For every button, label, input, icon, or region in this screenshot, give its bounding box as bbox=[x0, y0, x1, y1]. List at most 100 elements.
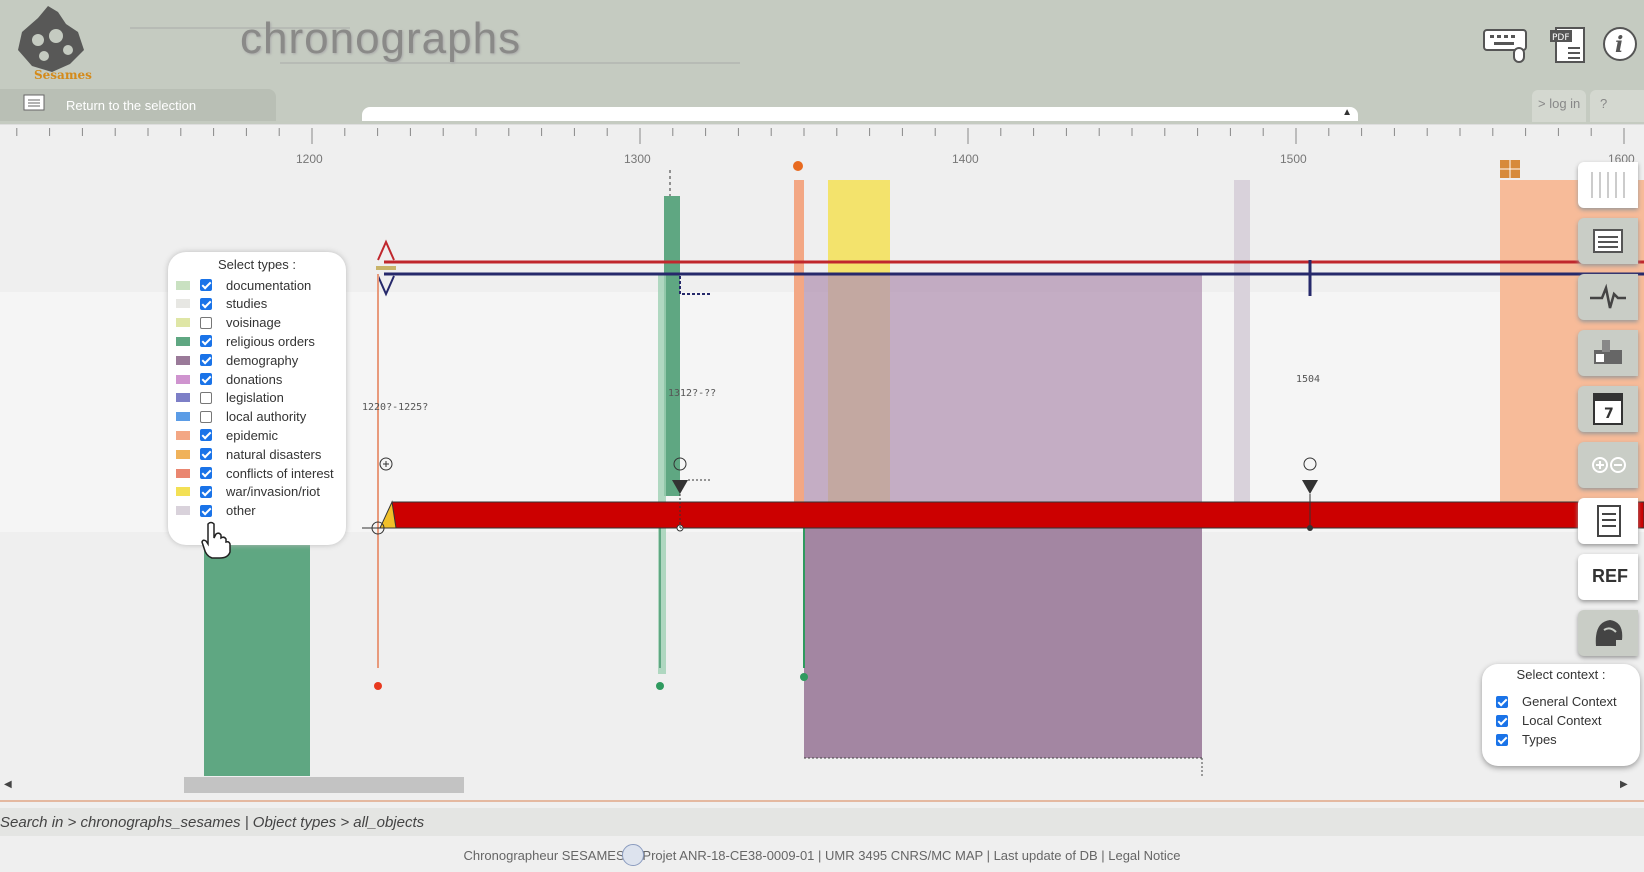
type-label[interactable]: natural disasters bbox=[226, 447, 321, 462]
event-date-label: 1312?-?? bbox=[668, 388, 717, 399]
search-bar[interactable]: ▲ bbox=[362, 107, 1358, 121]
list-view-button[interactable] bbox=[1578, 218, 1638, 264]
context-checkbox[interactable] bbox=[1496, 695, 1508, 708]
type-checkbox[interactable] bbox=[200, 279, 212, 291]
demography-block-upper bbox=[804, 274, 1202, 502]
type-row[interactable]: demography bbox=[176, 351, 298, 369]
calendar-button[interactable]: 7 bbox=[1578, 386, 1638, 432]
type-row[interactable]: studies bbox=[176, 295, 267, 313]
svg-text:7: 7 bbox=[1604, 406, 1614, 422]
type-label[interactable]: local authority bbox=[226, 409, 306, 424]
context-label[interactable]: Local Context bbox=[1522, 713, 1602, 728]
axis-ticks bbox=[16, 128, 1625, 144]
breadcrumb[interactable]: Search in > chronographs_sesames | Objec… bbox=[0, 814, 424, 831]
timeline-scale-button[interactable] bbox=[1578, 162, 1638, 208]
type-row[interactable]: donations bbox=[176, 370, 282, 388]
type-row[interactable]: religious orders bbox=[176, 332, 315, 350]
scroll-left-arrow[interactable]: ◀ bbox=[4, 779, 12, 790]
type-label[interactable]: religious orders bbox=[226, 334, 315, 349]
monument-button[interactable] bbox=[1578, 330, 1638, 376]
type-label[interactable]: epidemic bbox=[226, 428, 278, 443]
context-row[interactable]: Types bbox=[1496, 732, 1557, 747]
type-color-swatch bbox=[176, 280, 190, 290]
type-label[interactable]: other bbox=[226, 503, 256, 518]
help-link[interactable]: ? bbox=[1600, 96, 1607, 111]
axis-year-label: 1300 bbox=[624, 152, 651, 166]
type-row[interactable]: natural disasters bbox=[176, 445, 321, 463]
select-context-panel: Select context : General Context Local Co… bbox=[1482, 664, 1640, 766]
type-checkbox[interactable] bbox=[200, 448, 212, 461]
ref-button[interactable]: REF bbox=[1578, 554, 1638, 600]
ref-icon[interactable]: REF bbox=[1592, 566, 1628, 587]
context-checkbox[interactable] bbox=[1496, 733, 1508, 746]
types-panel-title: Select types : bbox=[217, 257, 297, 272]
heartbeat-icon bbox=[1590, 283, 1626, 309]
type-row[interactable]: conflicts of interest bbox=[176, 464, 334, 482]
keyboard-mouse-icon[interactable] bbox=[1482, 24, 1532, 68]
list-icon[interactable] bbox=[22, 92, 46, 112]
context-row[interactable]: Local Context bbox=[1496, 713, 1602, 728]
type-checkbox[interactable] bbox=[200, 354, 212, 367]
pdf-icon[interactable]: PDF bbox=[1546, 24, 1596, 68]
type-checkbox[interactable] bbox=[200, 335, 212, 348]
other-bar bbox=[1234, 180, 1250, 502]
type-color-swatch bbox=[176, 393, 190, 403]
type-checkbox[interactable] bbox=[200, 316, 212, 329]
type-label[interactable]: war/invasion/riot bbox=[226, 484, 320, 499]
type-label[interactable]: donations bbox=[226, 372, 282, 387]
return-to-selection-label[interactable]: Return to the selection bbox=[66, 98, 196, 113]
type-row[interactable]: epidemic bbox=[176, 426, 278, 444]
zoom-button[interactable] bbox=[1578, 442, 1638, 488]
type-row[interactable]: other bbox=[176, 502, 256, 520]
type-label[interactable]: legislation bbox=[226, 390, 284, 405]
event-marker bbox=[800, 673, 808, 681]
scroll-right-arrow[interactable]: ▶ bbox=[1620, 779, 1628, 790]
context-label[interactable]: Types bbox=[1522, 732, 1557, 747]
type-label[interactable]: studies bbox=[226, 296, 267, 311]
document-button[interactable] bbox=[1578, 498, 1638, 544]
type-label[interactable]: conflicts of interest bbox=[226, 466, 334, 481]
context-label[interactable]: General Context bbox=[1522, 694, 1617, 709]
context-panel-title: Select context : bbox=[1516, 667, 1606, 682]
event-date-label: 1220?-1225? bbox=[362, 402, 429, 413]
type-label[interactable]: demography bbox=[226, 353, 298, 368]
type-label[interactable]: voisinage bbox=[226, 315, 281, 330]
type-checkbox[interactable] bbox=[200, 373, 212, 385]
event-marker bbox=[374, 682, 382, 690]
type-checkbox[interactable] bbox=[200, 429, 212, 442]
type-row[interactable]: war/invasion/riot bbox=[176, 483, 320, 501]
login-link[interactable]: > log in bbox=[1538, 96, 1580, 111]
axis-year-label: 1200 bbox=[296, 152, 323, 166]
type-color-swatch bbox=[176, 487, 190, 497]
type-checkbox[interactable] bbox=[200, 485, 212, 498]
type-checkbox[interactable] bbox=[200, 504, 212, 517]
help-tab[interactable] bbox=[1590, 90, 1644, 122]
scrollbar-thumb[interactable] bbox=[184, 777, 464, 793]
list-icon bbox=[1593, 229, 1623, 253]
type-color-swatch bbox=[176, 374, 190, 384]
demography-block-lower bbox=[804, 528, 1202, 758]
type-checkbox[interactable] bbox=[200, 410, 212, 423]
type-color-swatch bbox=[176, 430, 190, 440]
context-checkbox[interactable] bbox=[1496, 714, 1508, 727]
type-row[interactable]: documentation bbox=[176, 276, 311, 294]
type-checkbox[interactable] bbox=[200, 467, 212, 479]
type-checkbox[interactable] bbox=[200, 297, 212, 310]
type-color-swatch bbox=[176, 506, 190, 516]
app-title: chronographs bbox=[240, 14, 522, 63]
activity-button[interactable] bbox=[1578, 274, 1638, 320]
type-color-swatch bbox=[176, 318, 190, 328]
main-red-bar bbox=[391, 501, 1644, 529]
helmet-button[interactable] bbox=[1578, 610, 1638, 656]
type-row[interactable]: legislation bbox=[176, 389, 284, 407]
caret-up-icon[interactable]: ▲ bbox=[1342, 107, 1352, 118]
context-row[interactable]: General Context bbox=[1496, 694, 1617, 709]
type-row[interactable]: voisinage bbox=[176, 314, 281, 332]
info-icon[interactable]: i bbox=[1600, 24, 1644, 68]
type-checkbox[interactable] bbox=[200, 391, 212, 404]
axis-year-label: 1500 bbox=[1280, 152, 1307, 166]
svg-text:PDF: PDF bbox=[1552, 33, 1570, 43]
type-label[interactable]: documentation bbox=[226, 278, 311, 293]
footer-text[interactable]: Chronographeur SESAMES | Projet ANR-18-C… bbox=[0, 848, 1644, 863]
type-row[interactable]: local authority bbox=[176, 408, 306, 426]
